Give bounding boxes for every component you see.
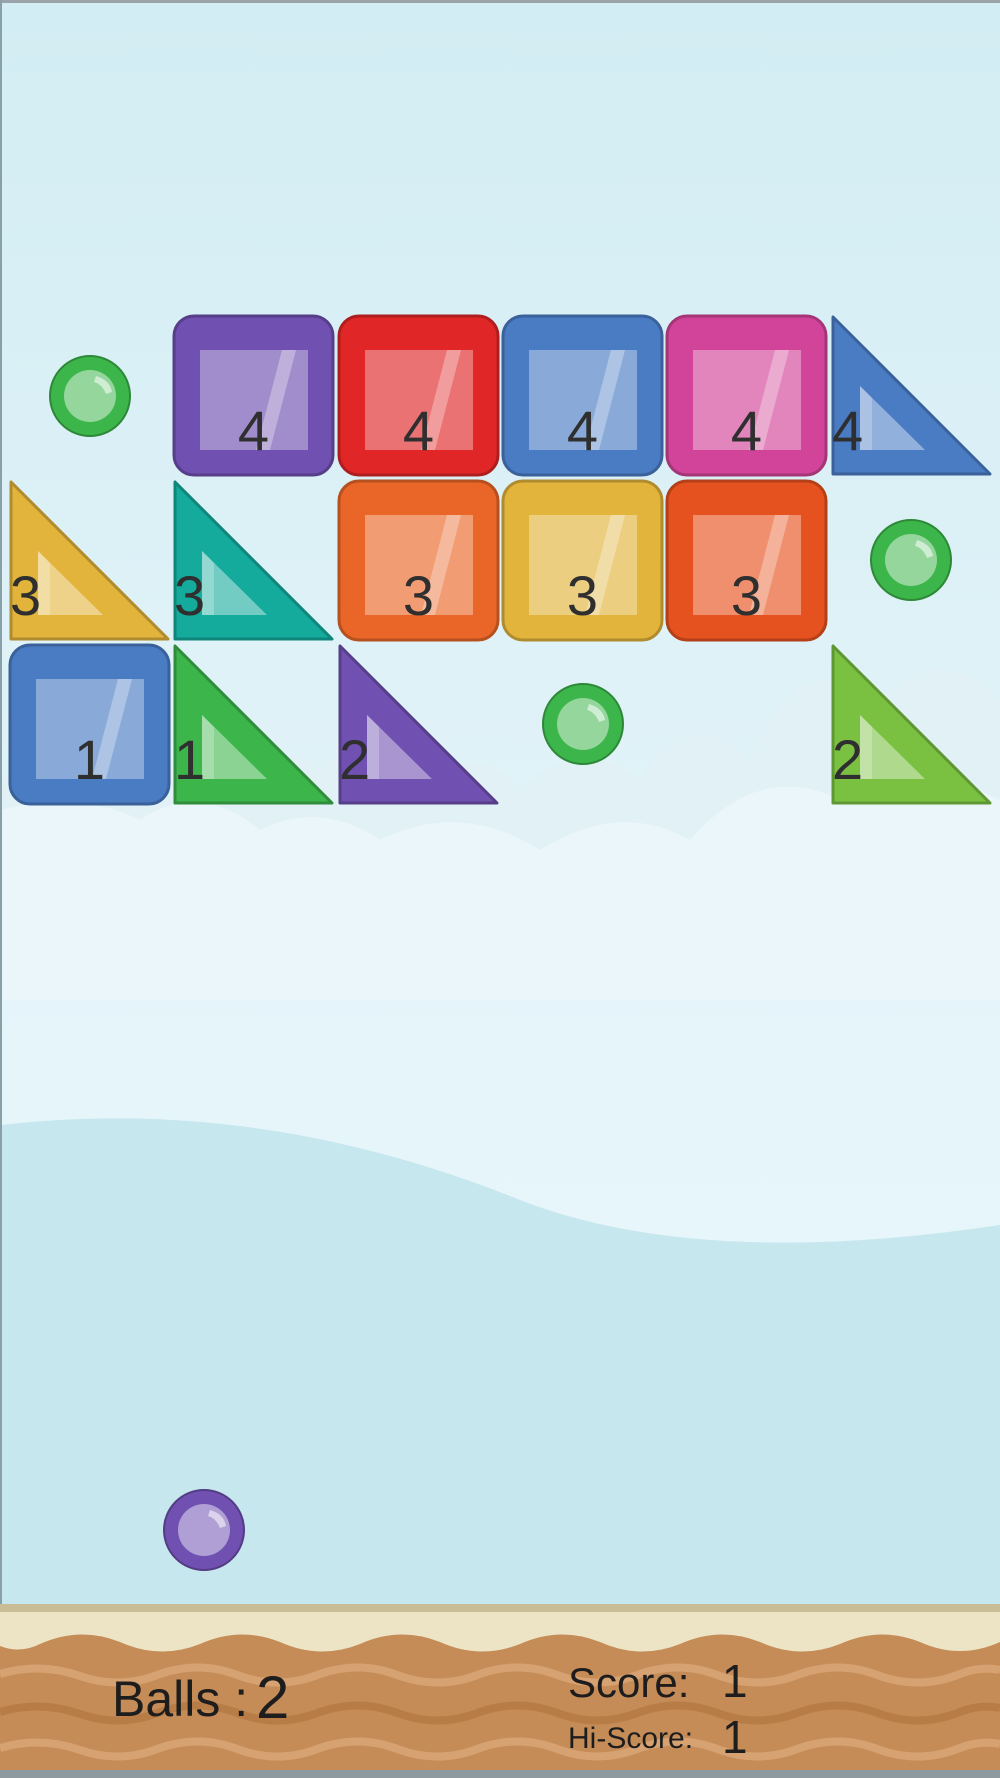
- triangle-block-yellow: 3: [8, 479, 171, 642]
- square-block-orange-red: 3: [665, 479, 828, 642]
- balls-count: 2: [256, 1664, 290, 1731]
- block-hit-count: 4: [566, 399, 599, 462]
- block-hit-count: 3: [402, 564, 435, 627]
- block-hit-count: 3: [10, 564, 42, 627]
- hiscore-value: 1: [722, 1711, 748, 1763]
- block-hit-count: 4: [832, 399, 864, 462]
- block-hit-count: 3: [174, 564, 206, 627]
- square-block-red: 4: [337, 314, 500, 477]
- triangle-block-lime: 2: [830, 643, 993, 806]
- block-hit-count: 3: [566, 564, 599, 627]
- launcher-ball: [162, 1488, 246, 1577]
- square-block-blue: 1: [8, 643, 171, 806]
- block-hit-count: 1: [73, 728, 106, 791]
- game-screen[interactable]: 44444333331122 Balls : 2 Score: 1 Hi-Sco…: [0, 0, 1000, 1778]
- sky-background: [0, 0, 1000, 1778]
- block-hit-count: 3: [730, 564, 763, 627]
- triangle-block-teal: 3: [172, 479, 335, 642]
- block-hit-count: 2: [339, 728, 371, 791]
- triangle-block-green: 1: [172, 643, 335, 806]
- square-block-blue: 4: [501, 314, 664, 477]
- triangle-block-blue: 4: [830, 314, 993, 477]
- extra-ball-pickup: [869, 518, 953, 607]
- square-block-orange: 3: [337, 479, 500, 642]
- square-block-yellow: 3: [501, 479, 664, 642]
- square-block-purple: 4: [172, 314, 335, 477]
- bottom-hud: Balls : 2 Score: 1 Hi-Score: 1: [0, 1604, 1000, 1778]
- block-hit-count: 4: [237, 399, 270, 462]
- score-label: Score:: [568, 1659, 690, 1706]
- extra-ball-pickup: [541, 682, 625, 771]
- triangle-block-purple: 2: [337, 643, 500, 806]
- block-hit-count: 2: [832, 728, 864, 791]
- hiscore-label: Hi-Score:: [568, 1722, 694, 1755]
- block-hit-count: 4: [730, 399, 763, 462]
- balls-label: Balls :: [112, 1671, 249, 1727]
- block-hit-count: 1: [174, 728, 206, 791]
- score-value: 1: [722, 1655, 748, 1707]
- block-hit-count: 4: [402, 399, 435, 462]
- square-block-pink: 4: [665, 314, 828, 477]
- extra-ball-pickup: [48, 354, 132, 443]
